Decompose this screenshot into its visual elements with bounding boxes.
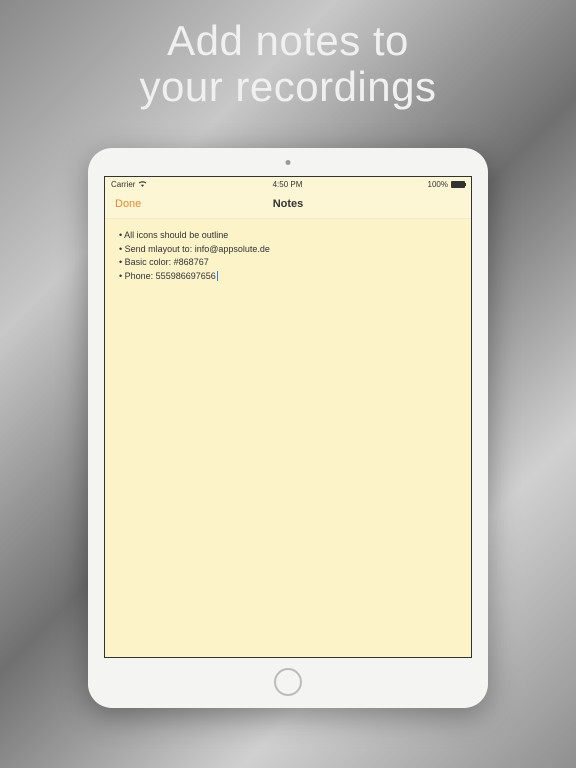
tablet-camera [286, 160, 291, 165]
status-left: Carrier [111, 180, 147, 189]
notes-textarea[interactable]: • All icons should be outline • Send mla… [105, 219, 471, 293]
battery-icon [451, 181, 465, 188]
note-line: • Send mlayout to: info@appsolute.de [119, 243, 457, 257]
status-bar: Carrier 4:50 PM 100% [105, 177, 471, 192]
note-line: • All icons should be outline [119, 229, 457, 243]
text-cursor [217, 271, 218, 281]
tablet-home-button[interactable] [274, 668, 302, 696]
carrier-label: Carrier [111, 180, 135, 189]
tablet-frame: Carrier 4:50 PM 100% Done Notes • All ic… [88, 148, 488, 708]
nav-title: Notes [273, 198, 304, 210]
nav-bar: Done Notes [105, 192, 471, 219]
note-line: • Basic color: #868767 [119, 256, 457, 270]
wifi-icon [138, 180, 147, 189]
done-button[interactable]: Done [115, 198, 141, 210]
status-right: 100% [428, 180, 465, 189]
note-line: • Phone: 555986697656 [119, 270, 457, 284]
promo-line-2: your recordings [140, 63, 437, 110]
battery-percent: 100% [428, 180, 448, 189]
app-screen: Carrier 4:50 PM 100% Done Notes • All ic… [104, 176, 472, 658]
promo-heading: Add notes to your recordings [0, 0, 576, 130]
status-time: 4:50 PM [273, 180, 303, 189]
promo-line-1: Add notes to [167, 17, 409, 64]
